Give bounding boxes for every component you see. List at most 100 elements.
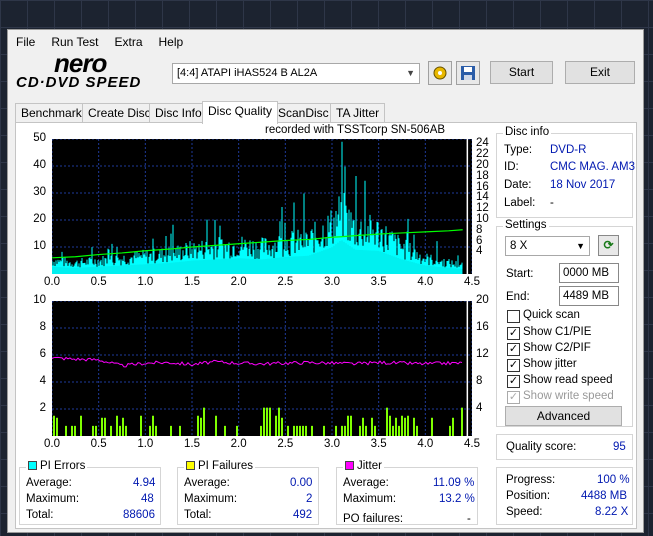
disc-eject-icon (433, 66, 447, 80)
end-field[interactable]: 4489 MB (559, 286, 619, 306)
c1-y-left-tick-2: 30 (33, 186, 46, 198)
c1-y-right-tick-6: 16 (476, 180, 489, 193)
show-c1-label: Show C1/PIE (523, 326, 592, 338)
pi-errors-chart (52, 139, 472, 274)
jitter-max-label: Maximum: (343, 493, 397, 505)
c1-y-left-tick-4: 50 (33, 132, 46, 144)
tab-create-disc[interactable]: Create Disc (82, 103, 157, 123)
jitter-group: Jitter Average: 11.09 % Maximum: 13.2 % … (336, 460, 478, 525)
disc-info-group: Disc info Type: DVD-R ID: CMC MAG. AM3 D… (496, 126, 635, 218)
pi-errors-title: PI Errors (26, 460, 88, 472)
tab-ta-jitter[interactable]: TA Jitter (330, 103, 386, 123)
quick-scan-checkbox[interactable] (507, 310, 520, 323)
c2-y-left-tick-2: 6 (39, 348, 46, 360)
menu-extra[interactable]: Extra (106, 33, 150, 51)
c1-y-right-tick-0: 4 (476, 245, 483, 258)
c1-y-right-tick-4: 12 (476, 202, 489, 215)
pi-failures-title-text: PI Failures (198, 460, 253, 472)
c2-y-left-tick-3: 8 (39, 321, 46, 333)
menu-help[interactable]: Help (151, 33, 192, 51)
label-value: - (550, 197, 554, 209)
c1-x-tick-0: 0.0 (44, 276, 60, 288)
settings-group: Settings 8 X ▼ ⟳ Start: 0000 MB End: 448… (496, 219, 633, 427)
c1-y-right-tick-2: 8 (476, 223, 483, 236)
c1-x-tick-9: 4.5 (464, 276, 480, 288)
settings-title: Settings (503, 219, 549, 231)
pi-errors-swatch (28, 461, 37, 470)
tab-disc-info[interactable]: Disc Info (149, 103, 208, 123)
c1-y-right-tick-9: 22 (476, 148, 489, 161)
pif-total-label: Total: (184, 509, 212, 521)
refresh-icon[interactable]: ⟳ (598, 235, 619, 256)
speed-value: 8.22 X (595, 506, 629, 518)
type-value: DVD-R (550, 144, 587, 156)
pi-failures-title: PI Failures (184, 460, 255, 472)
id-label: ID: (504, 161, 519, 173)
c1-x-tick-8: 4.0 (417, 276, 434, 288)
pif-max-label: Maximum: (184, 493, 238, 505)
c1-y-right-tick-7: 18 (476, 169, 489, 182)
c1-x-tick-4: 2.0 (230, 276, 247, 288)
show-c1-checkbox[interactable]: ✓ (507, 327, 520, 340)
start-label: Start: (506, 268, 534, 280)
jitter-avg-value: 11.09 % (433, 477, 475, 489)
c2-y-left-tick-1: 4 (39, 375, 46, 387)
pie-total-value: 88606 (123, 509, 155, 521)
c2-x-tick-0: 0.0 (44, 438, 60, 450)
c2-y-left-tick-4: 10 (33, 294, 46, 306)
c1-y-right-tick-8: 20 (476, 159, 489, 171)
pif-total-value: 492 (293, 509, 313, 521)
disc-quality-panel: recorded with TSSTcorp SN-506AB 10 20 30 40… (15, 122, 637, 529)
pi-failures-swatch (186, 461, 195, 470)
pie-avg-label: Average: (26, 477, 72, 489)
speed-select[interactable]: 8 X ▼ (505, 236, 590, 256)
eject-button[interactable] (428, 61, 452, 85)
pif-max-value: 2 (306, 493, 313, 505)
c1-x-tick-7: 3.5 (370, 276, 387, 288)
c1-y-right-tick-3: 10 (476, 213, 489, 225)
c1-y-left-tick-3: 40 (33, 159, 46, 171)
c2-y-right-tick-0: 4 (476, 402, 483, 414)
end-label: End: (506, 291, 530, 303)
floppy-icon (461, 66, 475, 80)
progress-label: Progress: (506, 474, 556, 486)
jitter-max-value: 13.2 % (439, 493, 475, 505)
c2-y-right-tick-1: 8 (476, 375, 483, 387)
progress-group: Progress: 100 % Position: 4488 MB Speed:… (496, 467, 633, 525)
show-c2-checkbox[interactable]: ✓ (507, 343, 520, 356)
show-write-speed-label: Show write speed (523, 390, 614, 402)
tab-scandisc[interactable]: ScanDisc (272, 103, 335, 123)
pif-avg-label: Average: (184, 477, 230, 489)
drive-value: [4:4] ATAPI iHAS524 B AL2A (177, 67, 318, 79)
quick-scan-label: Quick scan (523, 309, 580, 321)
type-label: Type: (504, 144, 533, 156)
po-failures-label: PO failures: (343, 513, 404, 525)
c2-y-right-tick-2: 12 (476, 348, 489, 360)
c2-x-tick-2: 1.0 (137, 438, 154, 450)
save-button[interactable] (456, 61, 480, 85)
tab-disc-quality[interactable]: Disc Quality (202, 101, 279, 124)
date-label: Date: (504, 179, 532, 191)
show-read-speed-checkbox[interactable]: ✓ (507, 375, 520, 388)
pi-errors-title-text: PI Errors (40, 460, 86, 472)
c2-x-tick-9: 4.5 (464, 438, 480, 450)
show-jitter-checkbox[interactable]: ✓ (507, 359, 520, 372)
label-label: Label: (504, 197, 536, 209)
speed-label: Speed: (506, 506, 543, 518)
jitter-title: Jitter (343, 460, 384, 472)
start-button[interactable]: Start (490, 61, 553, 84)
drive-select[interactable]: [4:4] ATAPI iHAS524 B AL2A ▼ (172, 63, 420, 84)
show-write-speed-checkbox: ✓ (507, 391, 520, 404)
tab-benchmark[interactable]: Benchmark (15, 103, 88, 123)
advanced-button[interactable]: Advanced (505, 406, 622, 426)
c2-x-tick-5: 2.5 (277, 438, 294, 450)
c2-y-right-tick-4: 20 (476, 294, 489, 306)
c2-x-tick-7: 3.5 (370, 438, 387, 450)
exit-button[interactable]: Exit (565, 61, 635, 84)
date-value: 18 Nov 2017 (550, 179, 616, 191)
start-field[interactable]: 0000 MB (559, 263, 619, 283)
disc-info-title: Disc info (503, 126, 552, 138)
show-c2-label: Show C2/PIF (523, 342, 591, 354)
menu-file[interactable]: File (8, 33, 43, 51)
c2-x-tick-4: 2.0 (230, 438, 247, 450)
